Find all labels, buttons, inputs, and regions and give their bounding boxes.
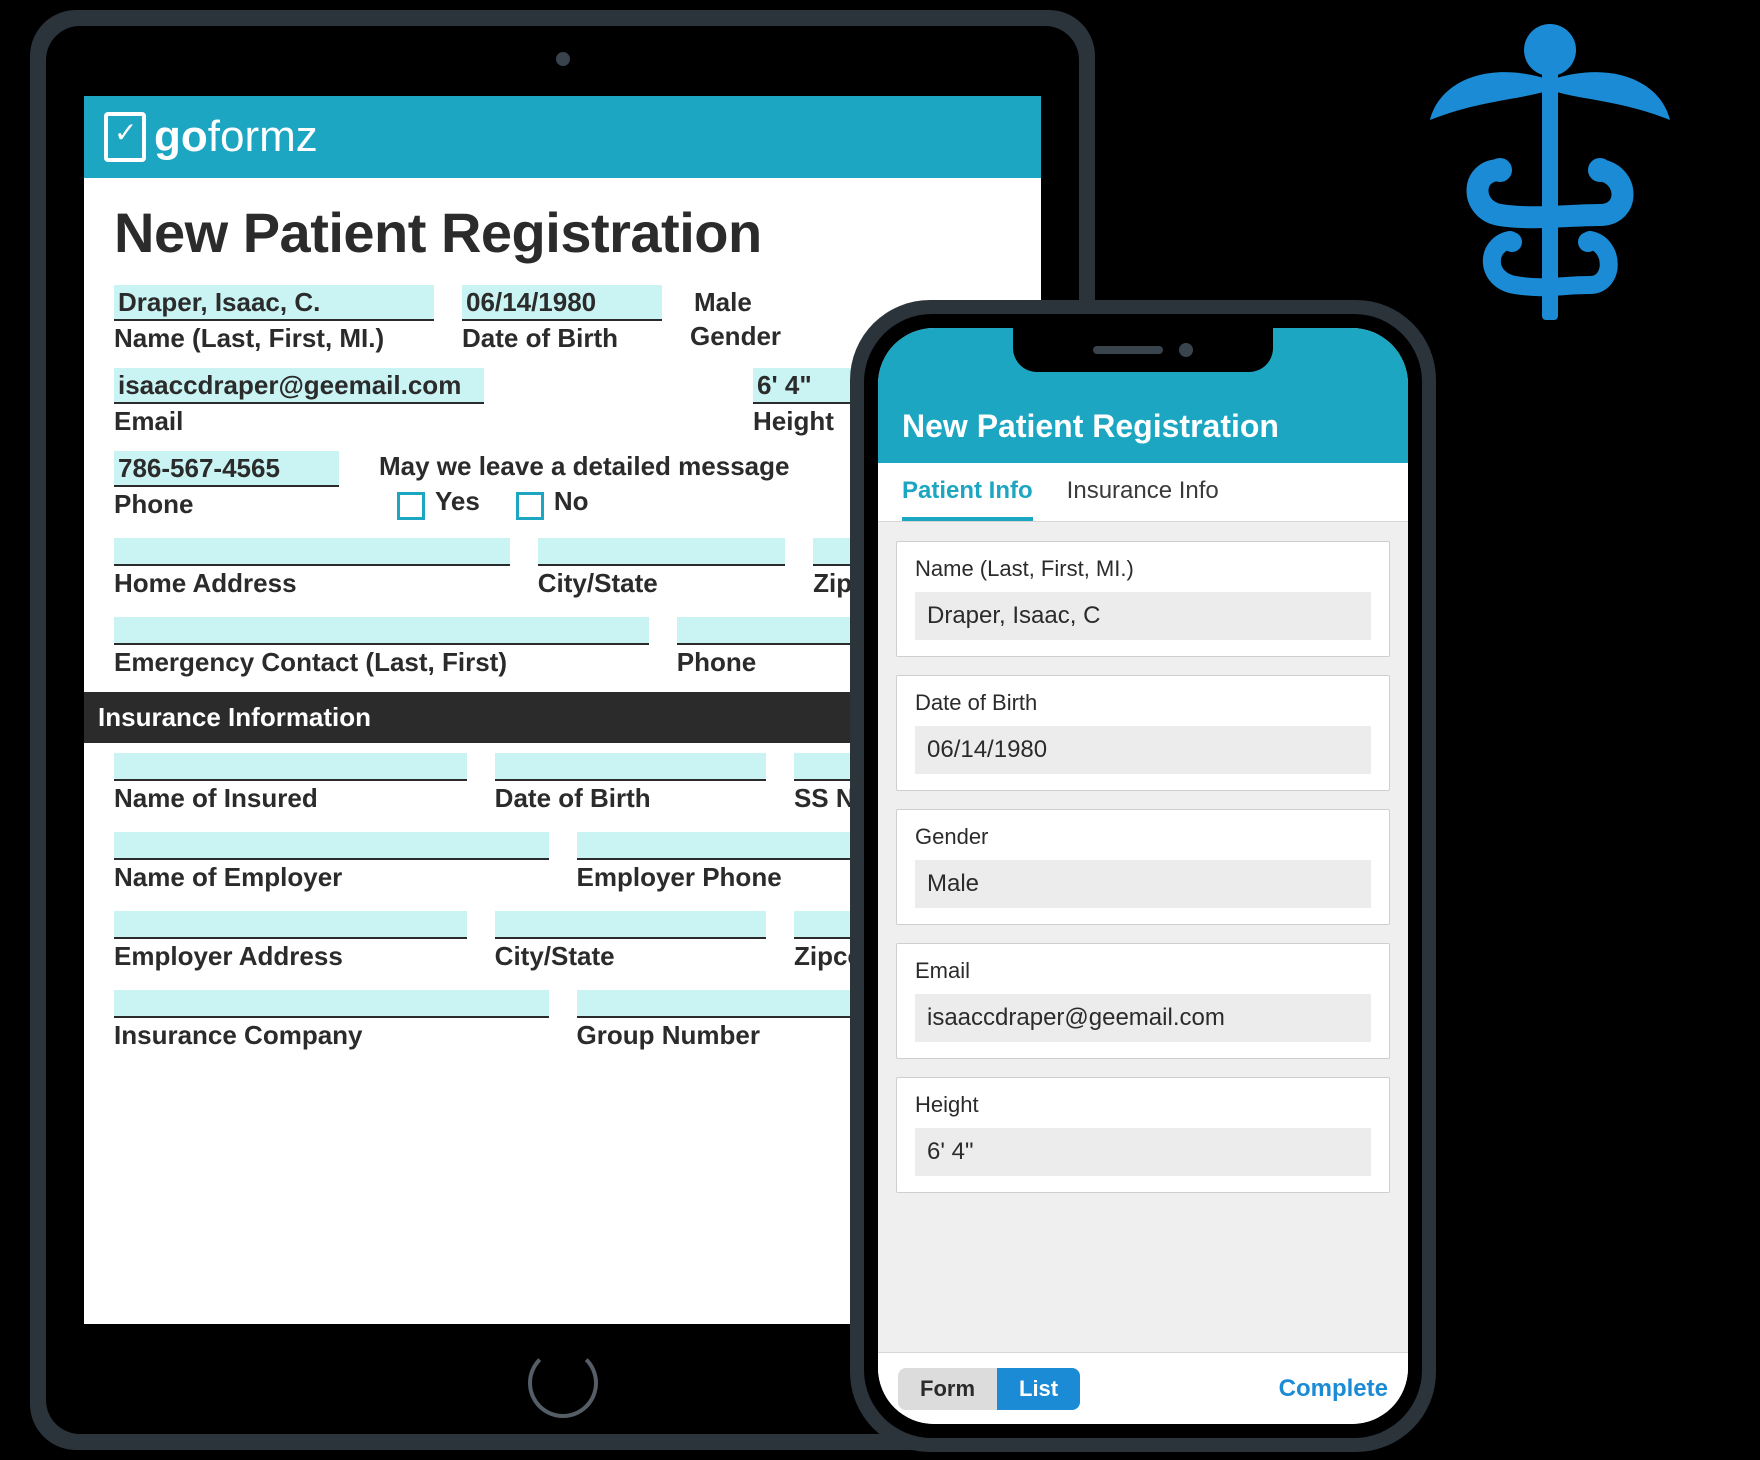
city-state-input[interactable] xyxy=(538,538,785,566)
card-dob-label: Date of Birth xyxy=(915,690,1371,716)
phone-speaker-icon xyxy=(1093,346,1163,354)
employer-city-state-input[interactable] xyxy=(495,911,766,939)
card-dob-value[interactable]: 06/14/1980 xyxy=(915,726,1371,774)
employer-name-input[interactable] xyxy=(114,832,549,860)
employer-address-label: Employer Address xyxy=(114,941,467,972)
card-height-value[interactable]: 6' 4" xyxy=(915,1128,1371,1176)
leave-message-question: May we leave a detailed message xyxy=(379,451,789,482)
card-height-label: Height xyxy=(915,1092,1371,1118)
phone-footer: Form List Complete xyxy=(878,1352,1408,1424)
goformz-logo-icon xyxy=(104,112,146,162)
card-email-value[interactable]: isaaccdraper@geemail.com xyxy=(915,994,1371,1042)
phone-screen: New Patient Registration Patient Info In… xyxy=(878,328,1408,1424)
card-gender[interactable]: Gender Male xyxy=(896,809,1390,925)
name-insured-input[interactable] xyxy=(114,753,467,781)
form-title: New Patient Registration xyxy=(114,200,1011,265)
tablet-camera-icon xyxy=(556,52,570,66)
home-address-label: Home Address xyxy=(114,568,510,599)
no-label: No xyxy=(554,486,589,516)
phone-notch xyxy=(1013,328,1273,372)
emergency-contact-input[interactable] xyxy=(114,617,649,645)
home-address-input[interactable] xyxy=(114,538,510,566)
card-name-value[interactable]: Draper, Isaac, C xyxy=(915,592,1371,640)
insured-dob-input[interactable] xyxy=(495,753,766,781)
dob-label: Date of Birth xyxy=(462,323,662,354)
app-header: goformz xyxy=(84,96,1041,178)
gender-label: Gender xyxy=(690,321,810,352)
employer-address-input[interactable] xyxy=(114,911,467,939)
tablet-home-button[interactable] xyxy=(528,1348,598,1418)
city-state-label: City/State xyxy=(538,568,785,599)
employer-city-state-label: City/State xyxy=(495,941,766,972)
card-name[interactable]: Name (Last, First, MI.) Draper, Isaac, C xyxy=(896,541,1390,657)
yes-label: Yes xyxy=(435,486,480,516)
insurance-company-input[interactable] xyxy=(114,990,549,1018)
list-view-button[interactable]: List xyxy=(997,1368,1080,1410)
form-view-button[interactable]: Form xyxy=(898,1368,997,1410)
phone-label: Phone xyxy=(114,489,339,520)
complete-button[interactable]: Complete xyxy=(1279,1375,1388,1403)
phone-input[interactable]: 786-567-4565 xyxy=(114,451,339,487)
email-input[interactable]: isaaccdraper@geemail.com xyxy=(114,368,484,404)
tab-insurance-info[interactable]: Insurance Info xyxy=(1067,477,1219,521)
emergency-contact-label: Emergency Contact (Last, First) xyxy=(114,647,649,678)
card-gender-value[interactable]: Male xyxy=(915,860,1371,908)
tab-patient-info[interactable]: Patient Info xyxy=(902,477,1033,521)
caduceus-icon xyxy=(1400,20,1700,360)
phone-form-title: New Patient Registration xyxy=(902,408,1279,445)
card-email[interactable]: Email isaaccdraper@geemail.com xyxy=(896,943,1390,1059)
phone-bezel: New Patient Registration Patient Info In… xyxy=(864,314,1422,1438)
phone-frame: New Patient Registration Patient Info In… xyxy=(850,300,1436,1452)
yes-checkbox[interactable] xyxy=(397,492,425,520)
name-input[interactable]: Draper, Isaac, C. xyxy=(114,285,434,321)
name-label: Name (Last, First, MI.) xyxy=(114,323,434,354)
insurance-company-label: Insurance Company xyxy=(114,1020,549,1051)
dob-input[interactable]: 06/14/1980 xyxy=(462,285,662,321)
card-email-label: Email xyxy=(915,958,1371,984)
height-input[interactable]: 6' 4" xyxy=(753,368,863,404)
phone-tabs: Patient Info Insurance Info xyxy=(878,463,1408,522)
phone-camera-icon xyxy=(1179,343,1193,357)
no-checkbox[interactable] xyxy=(516,492,544,520)
gender-input[interactable]: Male xyxy=(690,285,810,319)
card-dob[interactable]: Date of Birth 06/14/1980 xyxy=(896,675,1390,791)
goformz-logo-text: goformz xyxy=(154,112,318,162)
card-name-label: Name (Last, First, MI.) xyxy=(915,556,1371,582)
card-height[interactable]: Height 6' 4" xyxy=(896,1077,1390,1193)
employer-name-label: Name of Employer xyxy=(114,862,549,893)
phone-field-list[interactable]: Name (Last, First, MI.) Draper, Isaac, C… xyxy=(878,523,1408,1352)
height-label: Height xyxy=(753,406,863,437)
insured-dob-label: Date of Birth xyxy=(495,783,766,814)
name-insured-label: Name of Insured xyxy=(114,783,467,814)
email-label: Email xyxy=(114,406,484,437)
card-gender-label: Gender xyxy=(915,824,1371,850)
view-segmented-control: Form List xyxy=(898,1368,1080,1410)
